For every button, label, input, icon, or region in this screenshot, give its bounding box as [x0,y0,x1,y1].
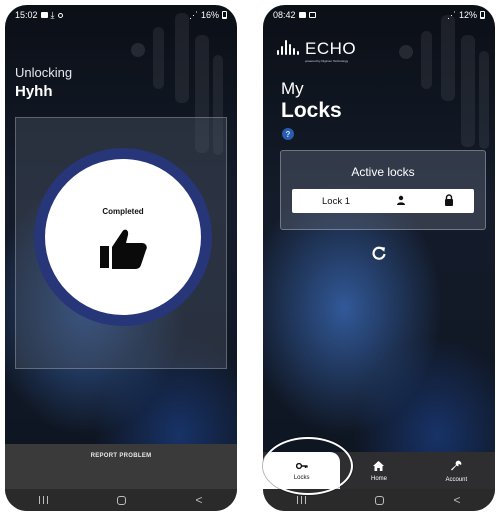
unlock-screen: 15:02 ⤓ ⋰ 16% Unlocking Hyhh Completed R… [5,5,237,511]
lock-name-title: Hyhh [15,83,53,100]
decor-bar [153,27,164,89]
lock-list-item[interactable]: Lock 1 [292,189,474,213]
download-icon: ⤓ [50,9,55,20]
status-time: 08:42 [273,10,296,20]
echo-logo-icon [277,40,301,58]
highlight-annotation [263,437,353,495]
notification-icon [40,12,48,18]
logo-text: ECHO [305,39,357,58]
refresh-icon[interactable] [371,245,387,266]
signal-icon: ⋰ [188,9,198,20]
wrench-icon [450,460,462,474]
person-icon [396,195,406,208]
page-title: Locks [281,99,342,122]
battery-percent: 12% [458,10,477,20]
decor-dot [131,43,145,57]
battery-icon [222,11,227,19]
message-icon [308,12,316,18]
decor-bar [461,35,475,147]
thumbs-up-icon [98,226,148,275]
back-button[interactable]: < [453,494,460,506]
sync-icon [57,12,63,18]
signal-icon: ⋰ [446,9,456,20]
status-time: 15:02 [15,10,38,20]
logo-subtitle: powered by Digicom Technology [305,59,349,63]
decor-bar [175,13,189,103]
report-problem-label: REPORT PROBLEM [90,453,152,459]
battery-icon [480,11,485,19]
nav-tab-account[interactable]: Account [418,452,495,490]
echo-logo: ECHO [277,39,356,59]
status-ring: Completed [34,148,212,326]
decor-bar [479,51,489,149]
active-locks-title: Active locks [351,165,415,179]
lock-item-name: Lock 1 [322,195,350,207]
home-button[interactable] [375,495,385,505]
recent-apps-button[interactable] [297,496,307,504]
battery-percent: 16% [200,10,219,20]
home-button[interactable] [117,495,127,505]
status-bar: 08:42 ⋰ 12% [263,5,495,25]
recent-apps-button[interactable] [39,496,49,504]
unlocking-label: Unlocking [15,65,73,80]
active-locks-panel: Active locks Lock 1 [280,150,486,230]
back-button[interactable]: < [195,494,202,506]
status-circle: Completed [45,159,201,315]
unlock-status-panel: Completed [15,117,227,369]
decor-bar [441,15,455,101]
my-locks-screen: 08:42 ⋰ 12% ECHO powered by Digicom Tech… [263,5,495,511]
lock-icon[interactable] [444,193,454,209]
help-icon[interactable]: ? [282,128,294,140]
nav-tab-account-label: Account [445,476,468,483]
decor-bar [421,31,432,89]
report-problem-button[interactable]: REPORT PROBLEM [5,444,237,490]
completed-label: Completed [102,207,144,216]
notification-icon [298,12,306,18]
page-title-line1: My [281,79,304,98]
nav-tab-home-label: Home [370,475,387,482]
decor-dot [399,45,413,59]
home-icon [373,460,385,473]
system-nav-bar: < [5,489,237,511]
status-bar: 15:02 ⤓ ⋰ 16% [5,5,237,25]
